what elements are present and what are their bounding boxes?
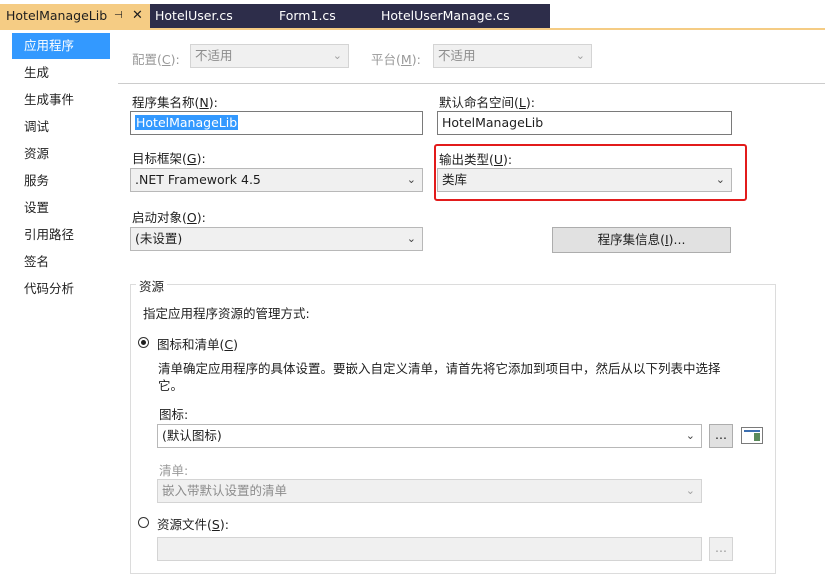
nav-build-events[interactable]: 生成事件: [18, 87, 110, 113]
config-label: 配置(C):: [132, 52, 180, 67]
tab-label: HotelManageLib: [6, 8, 108, 23]
resource-file-input: [157, 537, 702, 561]
icon-manifest-radio-label[interactable]: 图标和清单(C): [157, 334, 238, 353]
assembly-information-button[interactable]: 程序集信息(I)...: [552, 227, 731, 253]
resource-file-browse-button: ...: [709, 537, 733, 561]
manifest-label: 清单:: [159, 463, 189, 478]
tab-hotelusermanage[interactable]: HotelUserManage.cs: [381, 4, 510, 28]
resources-description: 指定应用程序资源的管理方式:: [143, 306, 310, 321]
tab-label: HotelUser.cs: [155, 8, 233, 23]
pin-icon[interactable]: ⊣: [114, 4, 123, 28]
nav-application[interactable]: 应用程序: [12, 33, 110, 59]
icon-preview-icon: [741, 427, 763, 444]
resource-file-radio-label[interactable]: 资源文件(S):: [157, 514, 229, 533]
output-type-dropdown[interactable]: 类库 ⌄: [437, 168, 732, 192]
icon-manifest-radio[interactable]: [138, 337, 149, 348]
startup-object-label: 启动对象(O):: [132, 210, 206, 225]
icon-browse-button[interactable]: ...: [709, 424, 733, 448]
resource-file-radio[interactable]: [138, 517, 149, 528]
tab-label: HotelUserManage.cs: [381, 8, 510, 23]
icon-manifest-help-line2: 它。: [158, 378, 184, 393]
icon-dropdown[interactable]: (默认图标) ⌄: [157, 424, 702, 448]
icon-value: (默认图标): [162, 428, 222, 443]
chevron-down-icon: ⌄: [715, 173, 725, 186]
chevron-down-icon: ⌄: [575, 49, 585, 62]
default-namespace-label: 默认命名空间(L):: [439, 95, 535, 110]
output-type-label: 输出类型(U):: [439, 152, 513, 167]
output-type-value: 类库: [442, 172, 468, 187]
configuration-value: 不适用: [195, 48, 233, 63]
chevron-down-icon: ⌄: [332, 49, 342, 62]
separator: [118, 83, 825, 84]
nav-signing[interactable]: 签名: [18, 249, 110, 275]
tab-label: Form1.cs: [279, 8, 336, 23]
nav-reference-paths[interactable]: 引用路径: [18, 222, 110, 248]
configuration-dropdown: 不适用 ⌄: [190, 44, 349, 68]
platform-value: 不适用: [438, 48, 476, 63]
nav-settings[interactable]: 设置: [18, 195, 110, 221]
icon-label: 图标:: [159, 407, 189, 422]
target-framework-dropdown[interactable]: .NET Framework 4.5 ⌄: [130, 168, 423, 192]
tab-accent-line: [0, 28, 825, 30]
chevron-down-icon: ⌄: [685, 484, 695, 497]
resources-group-title: 资源: [136, 276, 168, 295]
manifest-dropdown: 嵌入带默认设置的清单 ⌄: [157, 479, 702, 503]
platform-dropdown: 不适用 ⌄: [433, 44, 592, 68]
close-icon[interactable]: ✕: [132, 4, 143, 28]
target-framework-label: 目标框架(G):: [132, 151, 206, 166]
tab-hotelmanagelib[interactable]: HotelManageLib ⊣ ✕: [0, 4, 150, 28]
default-namespace-value: HotelManageLib: [442, 115, 544, 130]
manifest-value: 嵌入带默认设置的清单: [162, 483, 288, 498]
startup-object-value: (未设置): [135, 231, 183, 246]
target-framework-value: .NET Framework 4.5: [135, 172, 261, 187]
nav-build[interactable]: 生成: [18, 60, 110, 86]
assembly-name-input[interactable]: HotelManageLib: [130, 111, 423, 135]
chevron-down-icon: ⌄: [406, 232, 416, 245]
chevron-down-icon: ⌄: [685, 429, 695, 442]
platform-label: 平台(M):: [371, 52, 421, 67]
startup-object-dropdown[interactable]: (未设置) ⌄: [130, 227, 423, 251]
assembly-name-value: HotelManageLib: [135, 115, 239, 130]
chevron-down-icon: ⌄: [406, 173, 416, 186]
default-namespace-input[interactable]: HotelManageLib: [437, 111, 732, 135]
nav-resources[interactable]: 资源: [18, 141, 110, 167]
nav-services[interactable]: 服务: [18, 168, 110, 194]
icon-manifest-help-line1: 清单确定应用程序的具体设置。要嵌入自定义清单，请首先将它添加到项目中，然后从以下…: [158, 361, 721, 376]
tab-hoteluser[interactable]: HotelUser.cs: [155, 4, 233, 28]
assembly-name-label: 程序集名称(N):: [132, 95, 218, 110]
nav-debug[interactable]: 调试: [18, 114, 110, 140]
nav-code-analysis[interactable]: 代码分析: [18, 276, 110, 302]
tab-form1[interactable]: Form1.cs: [279, 4, 336, 28]
